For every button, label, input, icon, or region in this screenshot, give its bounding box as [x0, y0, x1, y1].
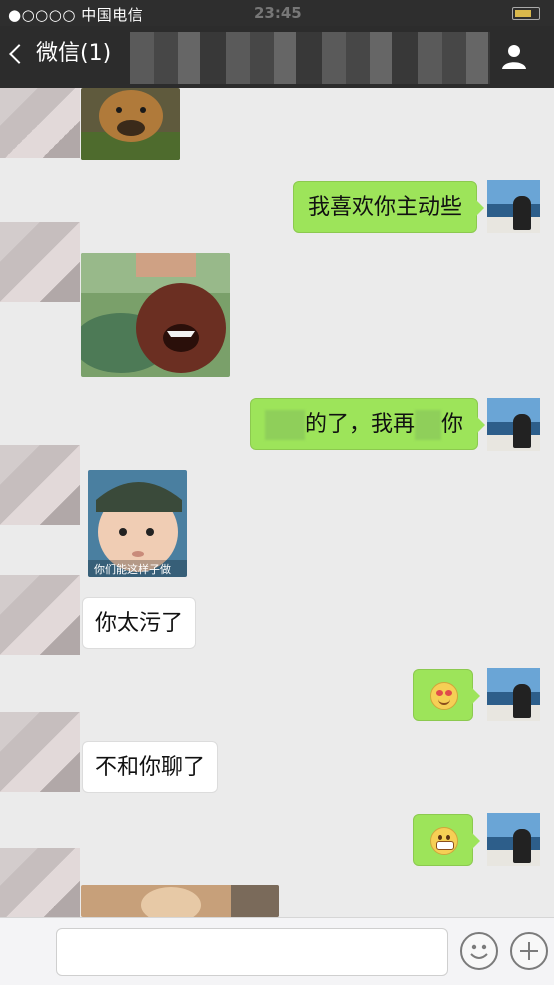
- clock: 23:45: [254, 4, 302, 22]
- image-message[interactable]: [81, 88, 180, 160]
- redacted-text: [265, 410, 305, 440]
- message-text: 我喜欢你主动些: [308, 195, 463, 220]
- more-button[interactable]: [510, 932, 548, 970]
- sender-avatar[interactable]: [0, 88, 80, 158]
- outgoing-message-bubble[interactable]: 我喜欢你主动些: [293, 181, 485, 233]
- dog-photo: [81, 88, 180, 160]
- message-text: 你太污了: [95, 611, 184, 636]
- heart-eyes-emoji-icon: [430, 682, 458, 710]
- contact-profile-button[interactable]: [500, 42, 528, 70]
- carrier-label: ●○○○○ 中国电信: [8, 6, 144, 24]
- sender-avatar[interactable]: [0, 712, 80, 792]
- my-avatar[interactable]: [487, 813, 540, 866]
- outgoing-message-bubble[interactable]: [413, 669, 480, 721]
- photo-thumbnail: [81, 885, 279, 917]
- incoming-message-bubble[interactable]: 你太污了: [82, 597, 197, 649]
- grin-emoji-icon: [430, 827, 458, 855]
- my-avatar[interactable]: [487, 668, 540, 721]
- redacted-text: [415, 410, 442, 440]
- sender-avatar[interactable]: [0, 848, 80, 918]
- message-text: 你: [441, 412, 464, 437]
- sender-avatar[interactable]: [0, 222, 80, 302]
- image-message[interactable]: 你们能这样子做: [88, 470, 187, 577]
- my-avatar[interactable]: [487, 398, 540, 451]
- outgoing-message-bubble[interactable]: [413, 814, 480, 866]
- message-input[interactable]: [56, 928, 448, 976]
- chat-header: 微信(1): [0, 26, 554, 88]
- message-text: 的了，我再: [305, 412, 416, 437]
- chevron-left-icon: [9, 44, 29, 64]
- sender-avatar[interactable]: [0, 445, 80, 525]
- incoming-message-bubble[interactable]: 不和你聊了: [82, 741, 219, 793]
- sender-avatar[interactable]: [0, 575, 80, 655]
- smiley-icon: [470, 944, 488, 959]
- image-caption: 你们能这样子做: [94, 563, 171, 576]
- battery-icon: [512, 7, 540, 20]
- dog-bite-photo: [81, 253, 230, 377]
- image-message[interactable]: [81, 253, 230, 377]
- message-text: 不和你聊了: [95, 755, 206, 780]
- person-icon: [502, 45, 526, 69]
- status-bar: ●○○○○ 中国电信 23:45: [0, 0, 554, 26]
- image-message[interactable]: [81, 885, 279, 917]
- message-input-bar: [0, 917, 554, 985]
- back-label: 微信(1): [36, 41, 112, 66]
- outgoing-message-bubble[interactable]: 的了，我再你: [250, 398, 486, 450]
- emoji-button[interactable]: [460, 932, 498, 970]
- back-button[interactable]: 微信(1): [9, 40, 112, 68]
- my-avatar[interactable]: [487, 180, 540, 233]
- redacted-contact-name: [130, 32, 490, 84]
